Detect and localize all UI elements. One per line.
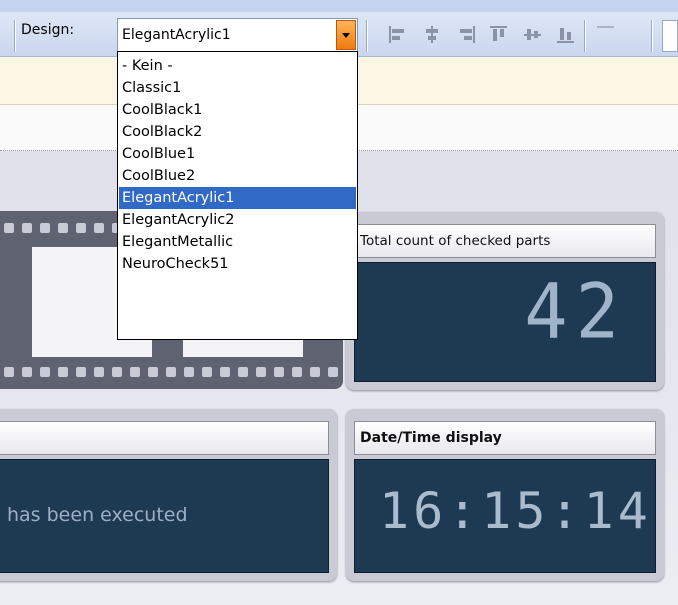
time-value: 16:15:14 — [379, 482, 652, 540]
film-sprocket-hole — [310, 367, 320, 377]
designer-toolbar: Design: ElegantAcrylic1 — [0, 0, 678, 57]
film-sprocket-hole — [238, 367, 248, 377]
message-display: has been executed — [0, 459, 329, 573]
toolbar-overflow-control[interactable] — [662, 20, 678, 52]
message-panel[interactable]: has been executed — [0, 409, 337, 581]
count-panel-title-bar: Total count of checked parts — [354, 224, 656, 258]
dropdown-option[interactable]: ElegantAcrylic2 — [119, 209, 356, 231]
film-sprocket-hole — [40, 367, 50, 377]
toolbar-top-band — [0, 0, 678, 12]
toolbar-separator — [14, 20, 15, 52]
design-combobox[interactable]: ElegantAcrylic1 — [117, 18, 358, 52]
dropdown-option[interactable]: CoolBlue2 — [119, 165, 356, 187]
film-sprocket-hole — [112, 367, 122, 377]
film-sprocket-hole — [22, 223, 32, 233]
film-sprocket-hole — [94, 367, 104, 377]
design-label: Design: — [21, 22, 75, 38]
film-sprocket-hole — [220, 367, 230, 377]
film-sprocket-hole — [76, 367, 86, 377]
align-toolbar-icon[interactable] — [597, 26, 614, 43]
film-sprocket-hole — [202, 367, 212, 377]
film-sprocket-hole — [76, 223, 86, 233]
align-bottom-icon[interactable] — [557, 26, 574, 43]
align-left-icon[interactable] — [389, 26, 406, 43]
film-sprocket-hole — [58, 223, 68, 233]
datetime-panel-title: Date/Time display — [360, 430, 502, 446]
toolbar-separator — [584, 20, 585, 52]
dropdown-option[interactable]: Classic1 — [119, 77, 356, 99]
film-sprocket-hole — [274, 367, 284, 377]
design-combobox-value: ElegantAcrylic1 — [122, 27, 231, 43]
count-panel[interactable]: Total count of checked parts 42 — [346, 212, 664, 390]
dropdown-option[interactable]: ElegantMetallic — [119, 231, 356, 253]
film-sprocket-hole — [148, 367, 158, 377]
align-right-icon[interactable] — [458, 26, 475, 43]
film-sprocket-hole — [4, 367, 14, 377]
dropdown-option[interactable]: CoolBlack1 — [119, 99, 356, 121]
count-panel-title: Total count of checked parts — [360, 233, 551, 249]
design-dropdown-list[interactable]: - Kein - Classic1 CoolBlack1 CoolBlack2 Cool… — [117, 51, 358, 340]
chevron-down-icon — [342, 33, 350, 38]
dropdown-option[interactable]: NeuroCheck51 — [119, 253, 356, 275]
toolbar-separator — [651, 20, 652, 52]
datetime-panel[interactable]: Date/Time display 16:15:14 — [346, 409, 664, 581]
message-panel-title-bar — [0, 421, 329, 455]
count-value: 42 — [524, 266, 627, 356]
align-top-icon[interactable] — [490, 26, 507, 43]
film-sprocket-hole — [94, 223, 104, 233]
dropdown-option[interactable]: ElegantAcrylic1 — [119, 187, 356, 209]
film-sprocket-hole — [58, 367, 68, 377]
count-display: 42 — [354, 262, 656, 382]
film-sprocket-hole — [40, 223, 50, 233]
film-sprocket-hole — [184, 367, 194, 377]
film-sprocket-hole — [22, 367, 32, 377]
datetime-display: 16:15:14 — [354, 459, 656, 573]
dropdown-option[interactable]: CoolBlack2 — [119, 121, 356, 143]
film-sprocket-hole — [256, 367, 266, 377]
dropdown-option[interactable]: CoolBlue1 — [119, 143, 356, 165]
combobox-dropdown-button[interactable] — [336, 20, 356, 50]
message-text: has been executed — [7, 504, 188, 526]
datetime-panel-title-bar: Date/Time display — [354, 421, 656, 455]
dropdown-option[interactable]: - Kein - — [119, 55, 356, 77]
film-sprocket-hole — [166, 367, 176, 377]
align-center-icon[interactable] — [424, 26, 441, 43]
film-sprocket-hole — [130, 367, 140, 377]
film-sprocket-hole — [328, 367, 338, 377]
align-middle-icon[interactable] — [524, 26, 541, 43]
film-sprocket-hole — [4, 223, 14, 233]
toolbar-separator — [366, 20, 367, 52]
film-sprocket-hole — [292, 367, 302, 377]
